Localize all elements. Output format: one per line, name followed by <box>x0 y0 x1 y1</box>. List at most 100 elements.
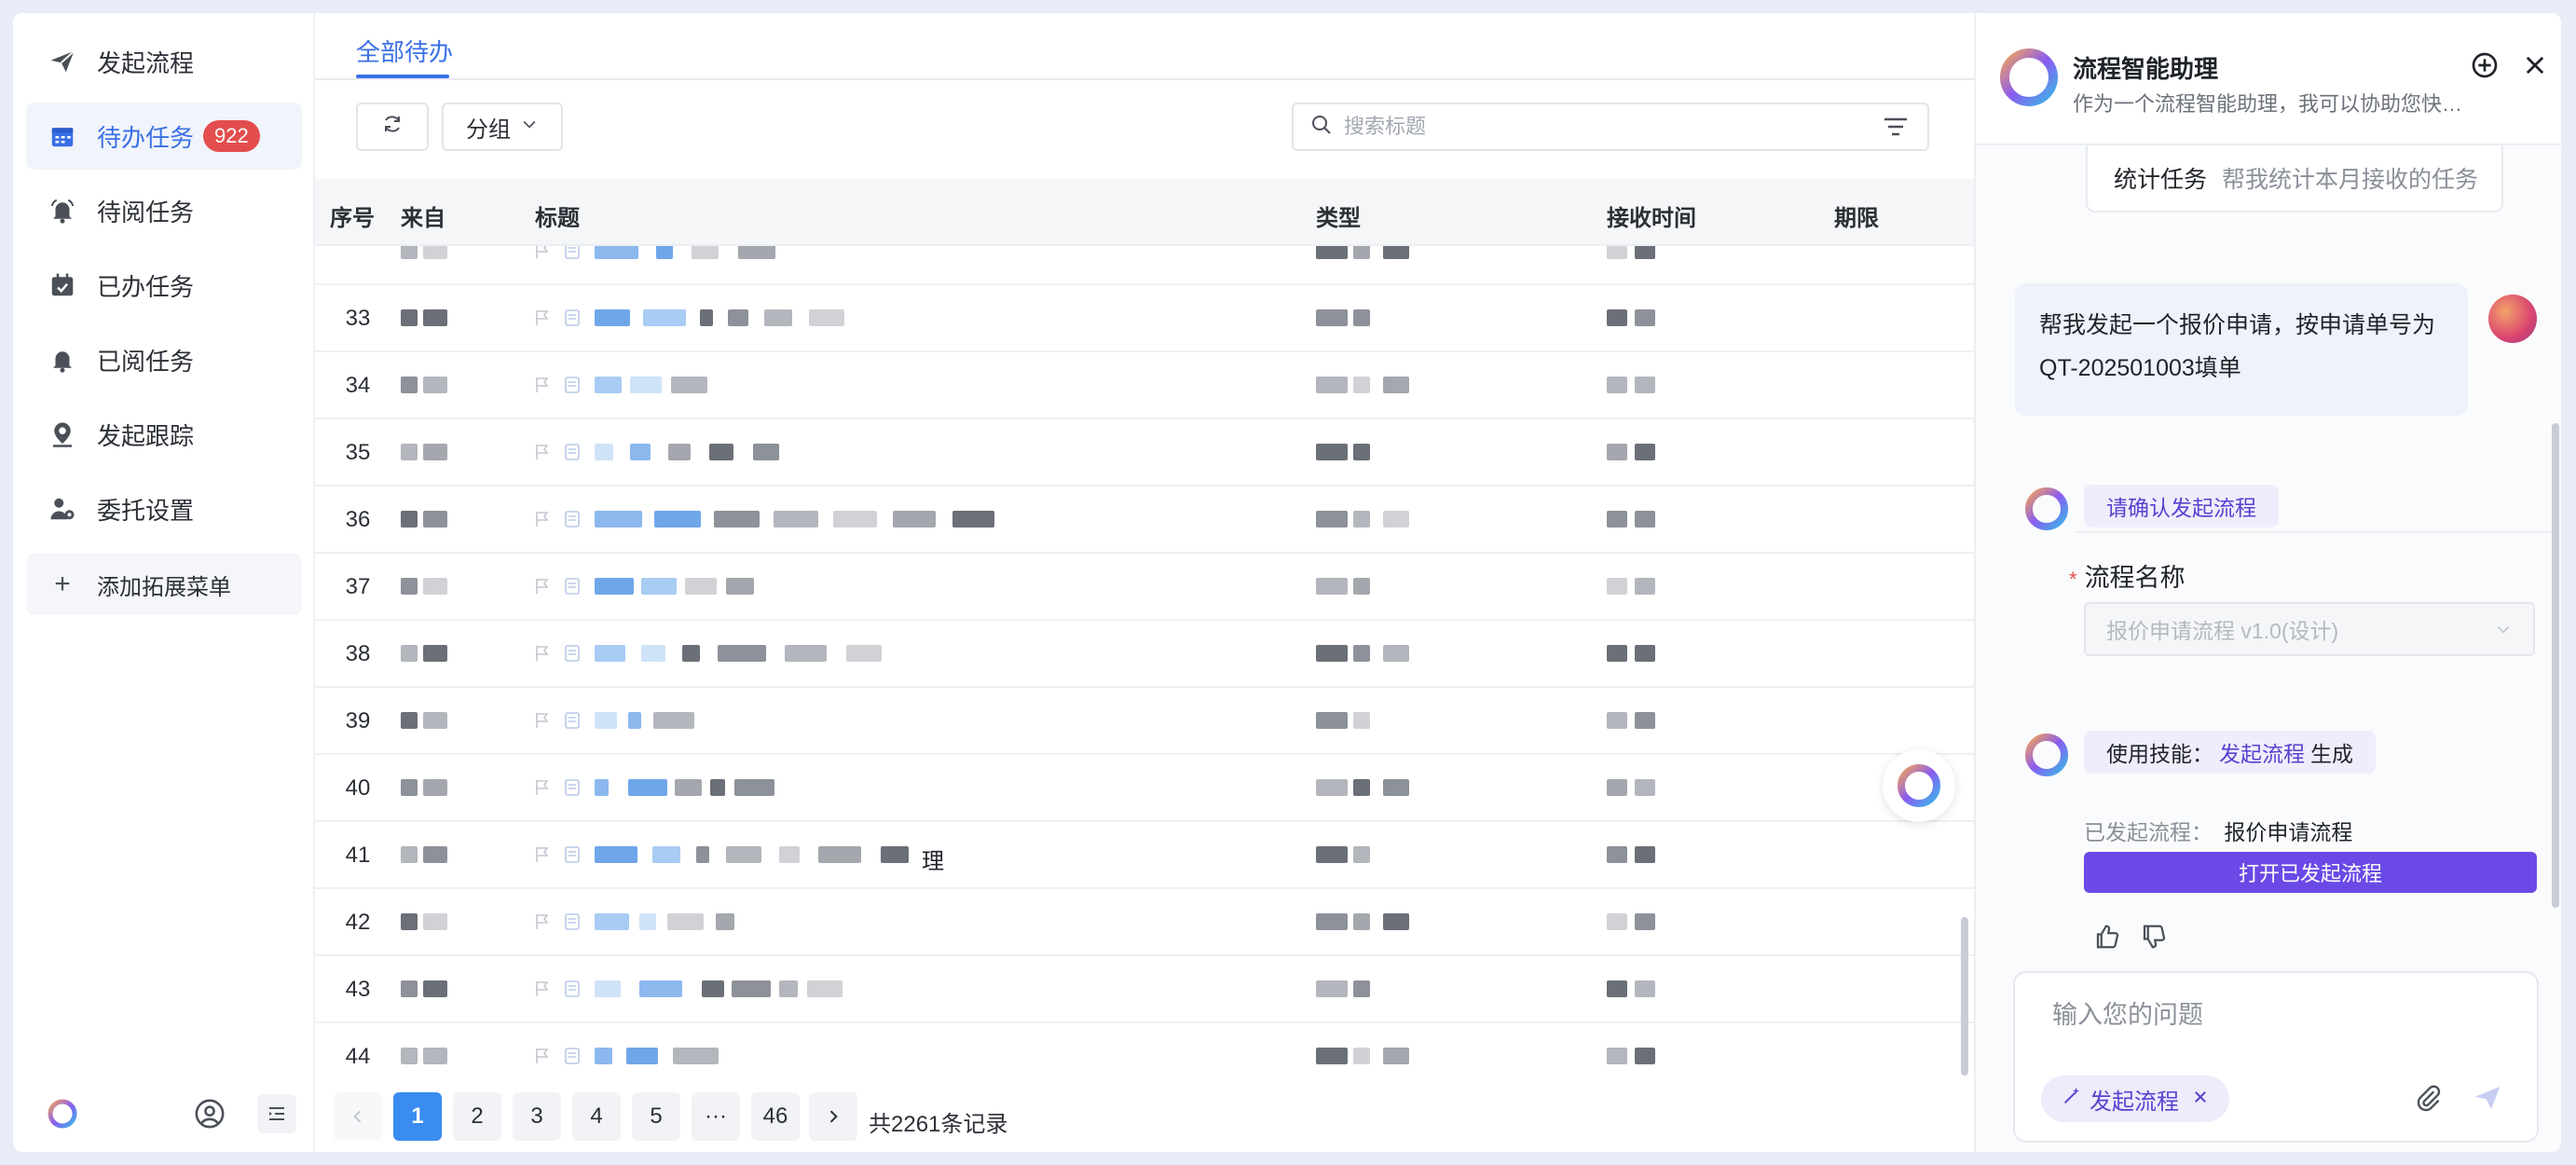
group-dropdown[interactable]: 分组 <box>442 103 563 151</box>
refresh-button[interactable] <box>356 103 429 151</box>
redacted-time <box>1607 511 1627 528</box>
row-index: 41 <box>345 843 371 868</box>
redacted-type <box>1316 913 1348 930</box>
stat-task-suggestion[interactable]: 统计任务 帮我统计本月接收的任务 <box>2086 145 2503 212</box>
page-5-button[interactable]: 5 <box>632 1092 680 1141</box>
flag-icon[interactable] <box>535 645 550 662</box>
collapse-menu-icon[interactable] <box>257 1094 296 1133</box>
redacted-from <box>401 578 418 595</box>
redacted-title <box>630 377 662 393</box>
redacted-type <box>1353 511 1370 528</box>
process-name-select[interactable]: 报价申请流程 v1.0(设计) <box>2084 602 2535 656</box>
table-row[interactable]: 43 <box>315 956 1974 1023</box>
document-icon <box>565 578 580 595</box>
attachment-icon[interactable] <box>2414 1083 2444 1117</box>
sidebar-item-to-read[interactable]: 待阅任务 <box>26 177 302 244</box>
table-row[interactable]: 34 <box>315 352 1974 419</box>
send-icon <box>47 46 78 77</box>
flag-icon[interactable] <box>535 578 550 595</box>
flag-icon[interactable] <box>535 246 550 259</box>
sidebar-item-label: 待阅任务 <box>97 198 195 226</box>
redacted-from <box>423 578 447 595</box>
flag-icon[interactable] <box>535 377 550 393</box>
redacted-from <box>401 1048 418 1064</box>
table-row[interactable]: 44 <box>315 1023 1974 1081</box>
sent-process-value: 报价申请流程 <box>2224 820 2353 844</box>
question-input[interactable] <box>2052 1001 2500 1030</box>
redacted-time <box>1635 1048 1655 1064</box>
flag-icon[interactable] <box>535 913 550 930</box>
table-row[interactable]: 39 <box>315 688 1974 755</box>
prev-page-button[interactable] <box>334 1092 382 1141</box>
send-message-icon[interactable] <box>2472 1083 2503 1117</box>
redacted-type <box>1316 1048 1348 1064</box>
table-row[interactable]: 36 <box>315 487 1974 554</box>
user-profile-icon[interactable] <box>194 1098 226 1134</box>
flag-icon[interactable] <box>535 980 550 997</box>
column-header-received-time: 接收时间 <box>1607 206 1696 231</box>
skill-chip[interactable]: 发起流程 <box>2041 1076 2229 1122</box>
page-1-button[interactable]: 1 <box>393 1092 442 1141</box>
flag-icon[interactable] <box>535 846 550 863</box>
skill-prefix: 使用技能： <box>2106 742 2213 766</box>
redacted-type <box>1353 309 1370 326</box>
page-ellipsis-button[interactable]: ··· <box>692 1092 740 1141</box>
table-row[interactable]: 35 <box>315 419 1974 487</box>
sidebar-item-delegation[interactable]: 委托设置 <box>26 475 302 542</box>
table-scrollbar[interactable] <box>1961 917 1968 1076</box>
redacted-from <box>401 779 418 796</box>
sidebar-item-todo[interactable]: 待办任务 922 <box>26 103 302 170</box>
redacted-title <box>807 980 843 997</box>
flag-icon[interactable] <box>535 511 550 528</box>
document-icon <box>565 309 580 326</box>
flag-icon[interactable] <box>535 1048 550 1064</box>
redacted-title <box>700 309 713 326</box>
redacted-type <box>1353 980 1370 997</box>
sidebar-item-done[interactable]: 已办任务 <box>26 252 302 319</box>
filter-icon[interactable] <box>1883 116 1909 143</box>
page-2-button[interactable]: 2 <box>453 1092 501 1141</box>
new-chat-icon[interactable] <box>2466 47 2503 84</box>
flag-icon[interactable] <box>535 444 550 460</box>
table-row[interactable] <box>315 246 1974 285</box>
thumbs-up-icon[interactable] <box>2093 923 2121 955</box>
thumbs-down-icon[interactable] <box>2140 923 2168 955</box>
sidebar-item-read[interactable]: 已阅任务 <box>26 326 302 393</box>
sidebar-item-tracking[interactable]: 发起跟踪 <box>26 401 302 468</box>
skill-name[interactable]: 发起流程 <box>2219 736 2305 768</box>
flag-icon[interactable] <box>535 779 550 796</box>
row-index: 39 <box>345 708 371 733</box>
flag-icon[interactable] <box>535 712 550 729</box>
table-row[interactable]: 38 <box>315 621 1974 688</box>
next-page-button[interactable] <box>809 1092 857 1141</box>
sidebar-item-start-process[interactable]: 发起流程 <box>26 28 302 95</box>
assistant-float-button[interactable] <box>1883 749 1955 822</box>
table-row[interactable]: 40 <box>315 755 1974 822</box>
add-extension-menu-button[interactable]: + 添加拓展菜单 <box>26 554 302 615</box>
search-input[interactable] <box>1344 115 1847 139</box>
page-3-button[interactable]: 3 <box>513 1092 561 1141</box>
assistant-scrollbar[interactable] <box>2552 423 2559 908</box>
table-row[interactable]: 42 <box>315 889 1974 956</box>
table-row[interactable]: 37 <box>315 554 1974 621</box>
page-4-button[interactable]: 4 <box>572 1092 621 1141</box>
table-row[interactable]: 41 理 <box>315 822 1974 889</box>
assistant-title: 流程智能助理 <box>2073 55 2219 83</box>
redacted-title <box>641 645 665 662</box>
open-started-process-button[interactable]: 打开已发起流程 <box>2084 852 2537 893</box>
redacted-from <box>423 712 447 729</box>
row-index: 36 <box>345 507 371 532</box>
page-46-button[interactable]: 46 <box>751 1092 800 1141</box>
search-box <box>1292 103 1929 151</box>
close-icon[interactable] <box>2516 47 2554 84</box>
redacted-from <box>401 511 418 528</box>
tab-all-todo[interactable]: 全部待办 <box>356 34 453 68</box>
remove-skill-icon[interactable] <box>2192 1086 2209 1112</box>
table-row[interactable]: 33 <box>315 285 1974 352</box>
app-logo-icon[interactable] <box>47 1098 78 1134</box>
redacted-title <box>714 511 760 528</box>
redacted-from <box>423 846 447 863</box>
redacted-type <box>1353 578 1370 595</box>
flag-icon[interactable] <box>535 309 550 326</box>
redacted-title <box>952 511 994 528</box>
